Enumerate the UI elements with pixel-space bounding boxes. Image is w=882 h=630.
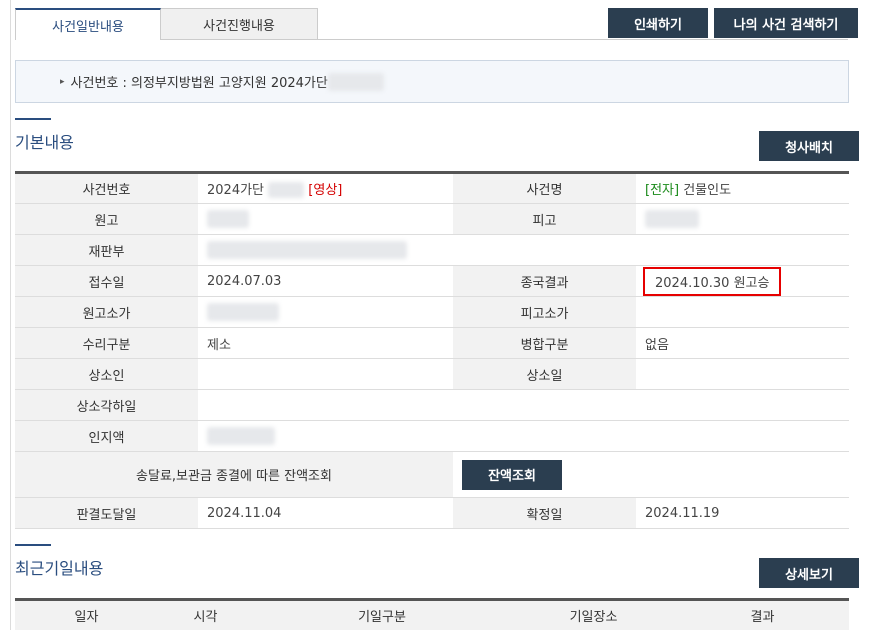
- table-row: 판결도달일 2024.11.04 확정일 2024.11.19: [15, 497, 849, 529]
- table-row: 사건번호 2024가단 [영상] 사건명 [전자] 건물인도: [15, 172, 849, 204]
- redacted-stamp-fee: [207, 427, 275, 445]
- details-button[interactable]: 상세보기: [759, 558, 859, 588]
- appellant-label: 상소인: [15, 358, 198, 390]
- redacted-court-division: [207, 241, 407, 259]
- defendant-claim-value-label: 피고소가: [453, 296, 636, 328]
- case-name-label: 사건명: [453, 172, 636, 204]
- table-row: 재판부: [15, 234, 849, 266]
- case-name-value: [전자] 건물인도: [636, 172, 849, 204]
- case-number-label: 사건번호: [15, 172, 198, 204]
- redacted-plaintiff-claim-value: [207, 303, 279, 321]
- table-header-row: 일자 시각 기일구분 기일장소 결과: [15, 599, 849, 630]
- table-row: 송달료,보관금 종결에 따른 잔액조회 잔액조회: [15, 451, 849, 498]
- my-case-search-button[interactable]: 나의 사건 검색하기: [714, 8, 858, 38]
- filed-date-label: 접수일: [15, 265, 198, 297]
- table-row: 인지액: [15, 420, 849, 452]
- case-number-text: 사건번호 : 의정부지방법원 고양지원 2024가단: [70, 76, 328, 91]
- balance-lookup-text: 송달료,보관금 종결에 따른 잔액조회: [15, 451, 453, 498]
- tab-bar: 사건일반내용 사건진행내용: [15, 8, 318, 40]
- tab-case-general[interactable]: 사건일반내용: [15, 8, 161, 40]
- tab-case-progress[interactable]: 사건진행내용: [161, 8, 318, 40]
- defendant-label: 피고: [453, 203, 636, 235]
- case-number-bar: ▸ 사건번호 : 의정부지방법원 고양지원 2024가단: [15, 60, 849, 103]
- redacted-case-number: [327, 72, 384, 91]
- judgment-delivery-date-value: 2024.11.04: [198, 497, 453, 529]
- recent-section-title: 최근기일내용: [15, 544, 103, 579]
- table-row: 수리구분 제소 병합구분 없음: [15, 327, 849, 359]
- table-row: 원고소가 피고소가: [15, 296, 849, 328]
- recent-hearings-table: 일자 시각 기일구분 기일장소 결과: [15, 598, 849, 630]
- bullet-arrow-icon: ▸: [60, 76, 65, 87]
- acceptance-type-label: 수리구분: [15, 327, 198, 359]
- merge-type-value: 없음: [636, 327, 849, 359]
- redacted-defendant: [645, 210, 699, 228]
- print-button[interactable]: 인쇄하기: [608, 8, 708, 38]
- balance-lookup-button[interactable]: 잔액조회: [462, 459, 562, 490]
- col-hearing-type: 기일구분: [253, 599, 511, 630]
- redacted-plaintiff: [207, 210, 249, 228]
- plaintiff-claim-value-label: 원고소가: [15, 296, 198, 328]
- party-arrangement-button[interactable]: 청사배치: [759, 131, 859, 161]
- final-result-label: 종국결과: [453, 265, 636, 297]
- basic-info-table: 사건번호 2024가단 [영상] 사건명 [전자] 건물인도 원고 피고 재판부…: [15, 171, 849, 529]
- judgment-delivery-date-label: 판결도달일: [15, 497, 198, 529]
- merge-type-label: 병합구분: [453, 327, 636, 359]
- case-number-value: 2024가단 [영상]: [198, 172, 453, 204]
- col-hearing-place: 기일장소: [511, 599, 676, 630]
- finalized-date-label: 확정일: [453, 497, 636, 529]
- col-time: 시각: [158, 599, 253, 630]
- col-date: 일자: [15, 599, 158, 630]
- appeal-date-label: 상소일: [453, 358, 636, 390]
- table-row: 원고 피고: [15, 203, 849, 235]
- col-result: 결과: [676, 599, 849, 630]
- filed-date-value: 2024.07.03: [198, 265, 453, 297]
- electronic-tag: [전자]: [645, 183, 680, 198]
- appeal-dismissal-date-label: 상소각하일: [15, 389, 198, 421]
- table-row: 상소인 상소일: [15, 358, 849, 390]
- acceptance-type-value: 제소: [198, 327, 453, 359]
- table-row: 접수일 2024.07.03 종국결과 2024.10.30 원고승: [15, 265, 849, 297]
- court-division-label: 재판부: [15, 234, 198, 266]
- table-row: 상소각하일: [15, 389, 849, 421]
- final-result-value: 2024.10.30 원고승: [643, 266, 782, 296]
- finalized-date-value: 2024.11.19: [636, 497, 849, 529]
- redacted-case-suffix: [268, 182, 305, 199]
- stamp-fee-label: 인지액: [15, 420, 198, 452]
- plaintiff-label: 원고: [15, 203, 198, 235]
- basic-section-title: 기본내용: [15, 118, 74, 153]
- video-tag: [영상]: [308, 182, 343, 198]
